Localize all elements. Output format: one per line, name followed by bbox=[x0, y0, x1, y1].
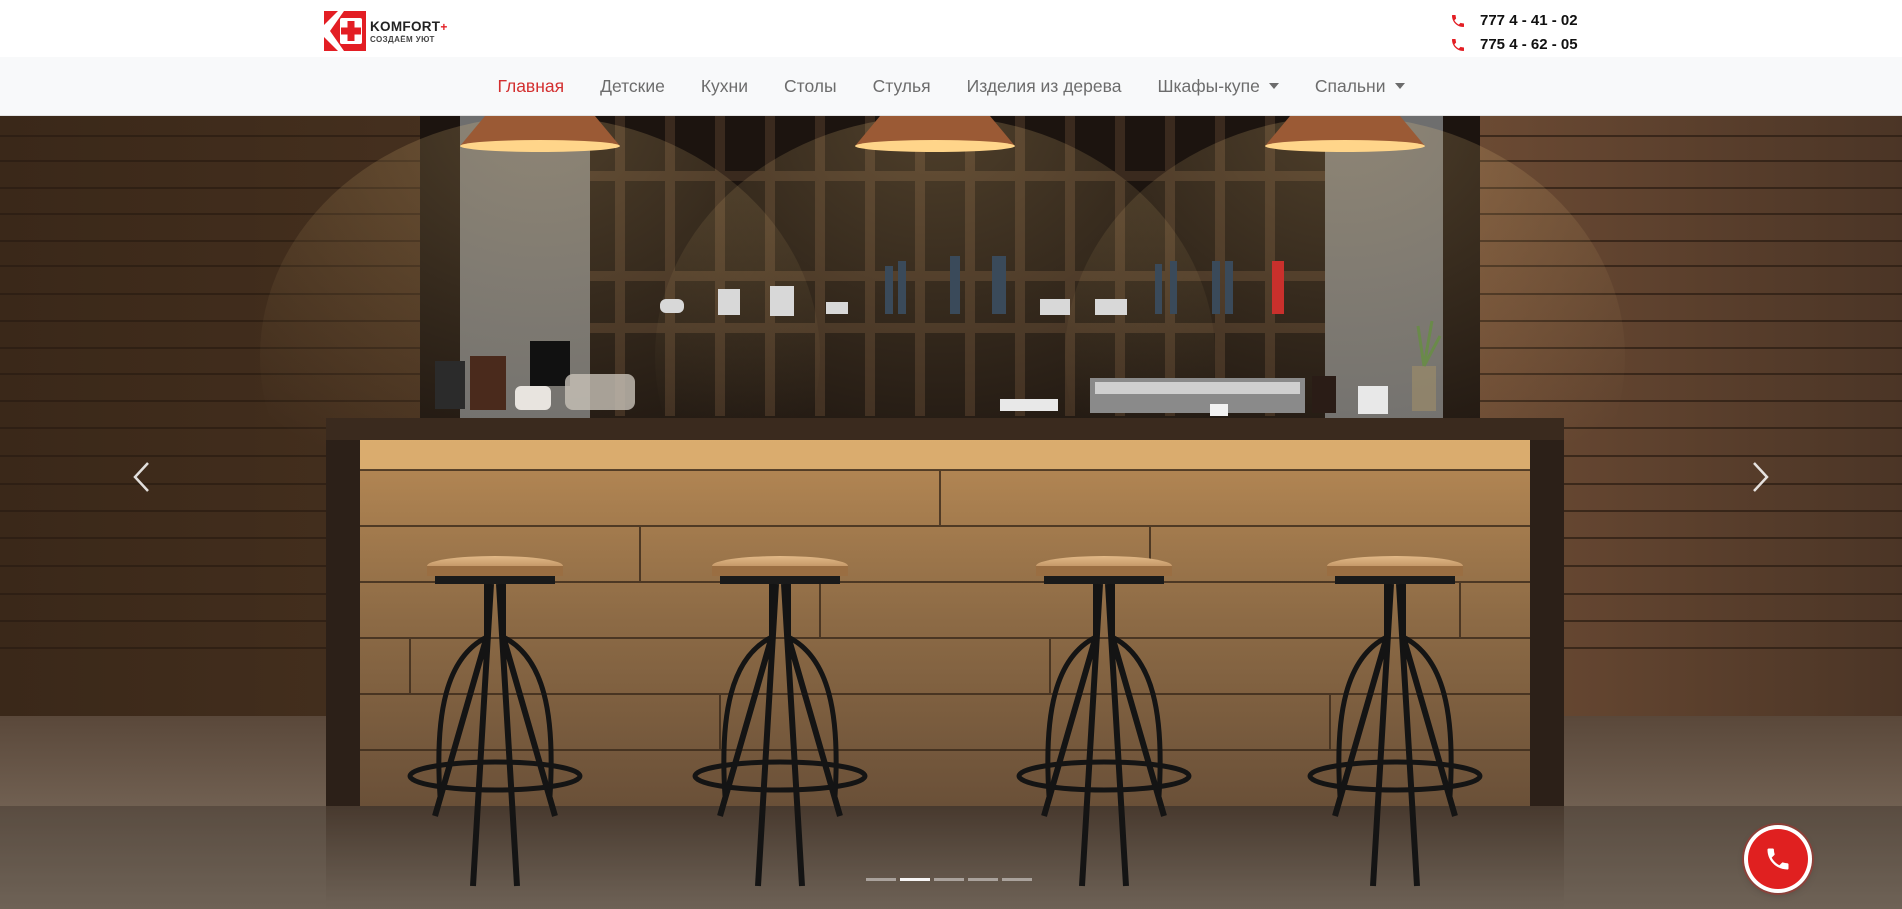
nav-item-chairs[interactable]: Стулья bbox=[855, 76, 949, 97]
carousel-slide-image bbox=[0, 116, 1902, 909]
carousel-indicators bbox=[866, 878, 1038, 884]
phone-number-2: 775 4 - 62 - 05 bbox=[1480, 36, 1578, 53]
logo[interactable]: KOMFORT+ СОЗДАЁМ УЮТ bbox=[308, 11, 453, 51]
brand-plus: + bbox=[440, 20, 448, 34]
chevron-left-icon bbox=[133, 462, 149, 492]
logo-mark-icon bbox=[308, 11, 366, 51]
nav-item-tables[interactable]: Столы bbox=[766, 76, 855, 97]
carousel-indicator[interactable] bbox=[968, 878, 998, 881]
chevron-right-icon bbox=[1753, 462, 1769, 492]
nav-label-wardrobes: Шкафы-купе bbox=[1157, 75, 1260, 96]
caret-down-icon bbox=[1268, 82, 1279, 89]
nav-item-wood-products[interactable]: Изделия из дерева bbox=[949, 76, 1140, 97]
hero-carousel bbox=[0, 116, 1902, 909]
nav-item-wardrobes[interactable]: Шкафы-купе bbox=[1139, 76, 1296, 97]
carousel-indicator-active[interactable] bbox=[900, 878, 930, 881]
carousel-indicator[interactable] bbox=[866, 878, 896, 881]
nav-item-home[interactable]: Главная bbox=[479, 76, 582, 97]
phone-number-1: 777 4 - 41 - 02 bbox=[1480, 12, 1578, 29]
top-bar: KOMFORT+ СОЗДАЁМ УЮТ 777 4 - 41 - 02 775… bbox=[0, 0, 1902, 57]
caret-down-icon bbox=[1394, 82, 1405, 89]
phone-icon bbox=[1767, 848, 1789, 870]
brand-name: KOMFORT+ bbox=[370, 19, 448, 34]
nav-label-bedrooms: Спальни bbox=[1314, 75, 1386, 96]
nav-item-bedrooms[interactable]: Спальни bbox=[1297, 76, 1423, 97]
carousel-prev-button[interactable] bbox=[102, 396, 182, 556]
carousel-indicator[interactable] bbox=[934, 878, 964, 881]
carousel-indicator[interactable] bbox=[1002, 878, 1032, 881]
phone-icon bbox=[1452, 15, 1464, 27]
nav-item-kids[interactable]: Детские bbox=[582, 76, 683, 97]
brand-tagline: СОЗДАЁМ УЮТ bbox=[370, 35, 435, 44]
carousel-next-button[interactable] bbox=[1720, 396, 1800, 556]
main-nav: Главная Детские Кухни Столы Стулья Издел… bbox=[0, 57, 1902, 116]
floating-call-button[interactable] bbox=[1748, 829, 1808, 889]
phone-icon bbox=[1452, 39, 1464, 51]
nav-list: Главная Детские Кухни Столы Стулья Издел… bbox=[0, 57, 1902, 115]
nav-item-kitchens[interactable]: Кухни bbox=[683, 76, 766, 97]
